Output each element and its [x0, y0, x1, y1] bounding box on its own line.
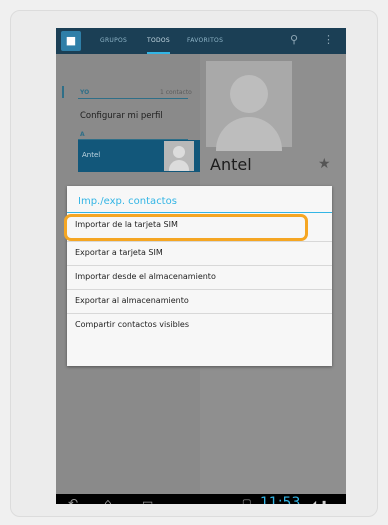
menu-item-share-visible[interactable]: Compartir contactos visibles [67, 313, 332, 337]
import-export-dialog: Imp./exp. contactos Importar de la tarje… [67, 186, 332, 366]
configure-profile-item[interactable]: Configurar mi perfil [80, 111, 163, 121]
menu-item-label: Compartir contactos visibles [75, 320, 190, 329]
status-clock: 11:53 [260, 495, 301, 504]
menu-item-export-sim[interactable]: Exportar a tarjeta SIM [67, 241, 332, 265]
tab-groups[interactable]: GRUPOS [100, 28, 127, 54]
menu-item-label: Exportar a tarjeta SIM [75, 248, 163, 257]
battery-icon: ▮ [322, 499, 327, 504]
tab-all[interactable]: TODOS [147, 28, 171, 54]
tab-favorites[interactable]: FAVORITOS [187, 28, 223, 54]
section-letter-a: A [80, 131, 85, 138]
menu-item-label: Importar desde el almacenamiento [75, 272, 216, 281]
notification-icon[interactable]: ▢ [242, 498, 251, 504]
menu-item-label: Exportar al almacenamiento [75, 296, 189, 305]
section-divider [78, 98, 188, 99]
signal-icon: ◢ [310, 499, 317, 504]
system-nav-bar: ↶ ⌂ ▭ ▢ 11:53 ◢ ▮ [56, 494, 346, 504]
list-indicator [62, 86, 64, 98]
home-icon[interactable]: ⌂ [104, 496, 112, 504]
dialog-title: Imp./exp. contactos [78, 196, 177, 207]
contact-thumbnail [164, 141, 194, 171]
contacts-app-icon[interactable]: ■ [61, 31, 81, 51]
back-icon[interactable]: ↶ [68, 496, 78, 504]
recent-apps-icon[interactable]: ▭ [142, 496, 153, 504]
me-section-header: YO [80, 89, 90, 96]
menu-item-export-storage[interactable]: Exportar al almacenamiento [67, 289, 332, 313]
highlight-annotation [64, 214, 308, 241]
dialog-title-divider [67, 212, 332, 213]
contact-detail-name: Antel [210, 155, 252, 174]
action-bar: ■ GRUPOS TODOS FAVORITOS ⚲ ⋮ [56, 28, 346, 54]
contact-photo [206, 61, 292, 151]
search-icon[interactable]: ⚲ [290, 33, 298, 46]
overflow-menu-icon[interactable]: ⋮ [323, 33, 334, 46]
contact-row-name: Antel [82, 151, 101, 159]
tablet-screen: ■ GRUPOS TODOS FAVORITOS ⚲ ⋮ YO 1 contac… [56, 28, 346, 504]
contact-row-antel[interactable]: Antel [78, 140, 200, 172]
me-contact-count: 1 contacto [160, 89, 192, 96]
menu-item-import-storage[interactable]: Importar desde el almacenamiento [67, 265, 332, 289]
star-icon[interactable]: ★ [318, 156, 331, 172]
